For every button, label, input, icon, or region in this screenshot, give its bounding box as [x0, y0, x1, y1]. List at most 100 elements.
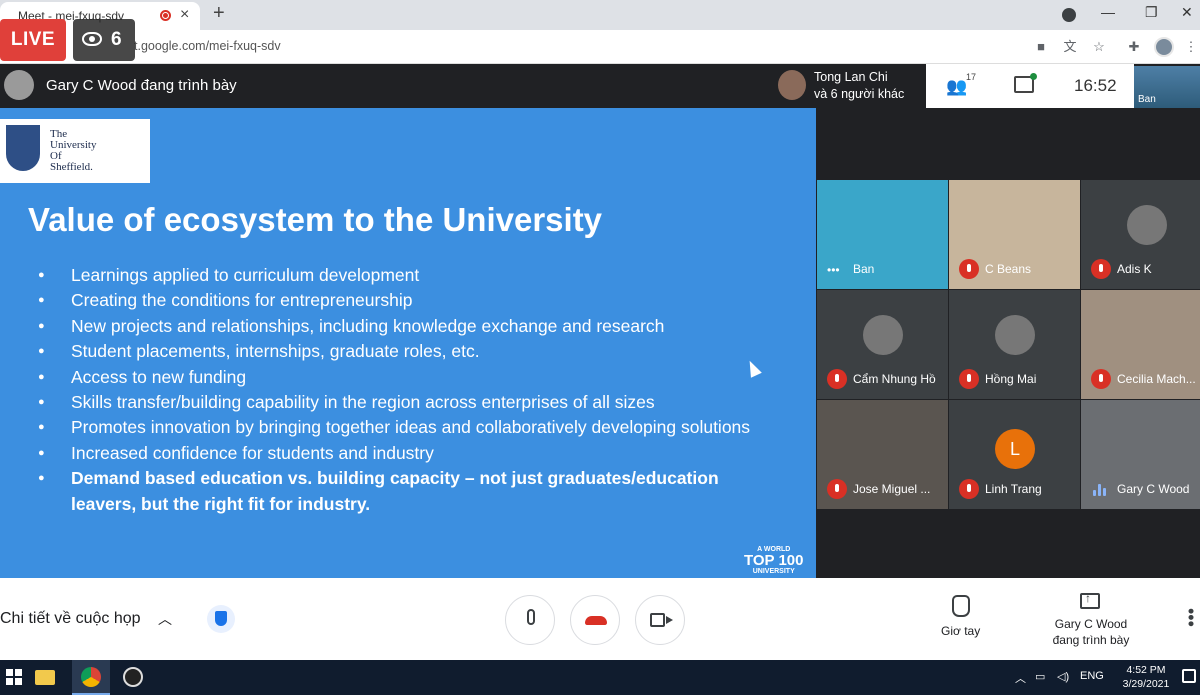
participant-grid: ••• Ban C Beans Adis K Cẩm Nhung Hồ Hồng Mai C…	[816, 108, 1200, 578]
self-view-tile[interactable]: Ban	[1134, 66, 1200, 108]
participant-tile[interactable]: ••• Ban	[817, 180, 948, 289]
recording-indicator-icon	[160, 10, 171, 21]
meeting-clock: 16:52	[1074, 76, 1117, 95]
crest-icon	[6, 125, 40, 171]
hang-up-icon	[585, 616, 607, 625]
file-explorer-icon[interactable]	[35, 670, 55, 685]
volume-icon[interactable]: ◁)	[1057, 670, 1069, 683]
windows-taskbar: ︿ ▭ ◁) ENG 4:52 PM 3/29/2021	[0, 660, 1200, 695]
slide-bullet-list: Learnings applied to curriculum developm…	[38, 263, 778, 517]
more-options-dots-icon[interactable]: •••	[827, 263, 840, 277]
muted-mic-icon	[959, 369, 979, 389]
tab-search-icon[interactable]	[1062, 8, 1076, 22]
muted-mic-icon	[827, 369, 847, 389]
participant-name: Gary C Wood	[1117, 482, 1190, 496]
participant-tile[interactable]: C Beans	[949, 180, 1080, 289]
extensions-icon[interactable]: ✚	[1126, 39, 1142, 55]
participant-avatar	[995, 315, 1035, 355]
participant-avatar	[1127, 205, 1167, 245]
participant-tile[interactable]: Hồng Mai	[949, 290, 1080, 399]
tab-close-icon[interactable]: ×	[180, 6, 189, 24]
bullet-item: Learnings applied to curriculum developm…	[38, 263, 778, 289]
participant-name: Linh Trang	[985, 482, 1042, 496]
participant-name: Cẩm Nhung Hồ	[853, 372, 936, 386]
participant-name: Hồng Mai	[985, 372, 1037, 386]
hang-up-button[interactable]	[570, 595, 620, 645]
bullet-item: Increased confidence for students and in…	[38, 441, 778, 467]
language-indicator[interactable]: ENG	[1080, 670, 1104, 682]
muted-mic-icon	[827, 479, 847, 499]
participant-name: Cecilia Mach...	[1117, 372, 1196, 386]
network-icon[interactable]: ▭	[1035, 670, 1045, 683]
participant-letter-avatar: L	[995, 429, 1035, 469]
translate-icon[interactable]: 文	[1062, 39, 1078, 55]
taskbar-clock[interactable]: 4:52 PM 3/29/2021	[1117, 663, 1175, 691]
muted-mic-icon	[1091, 369, 1111, 389]
bookmark-star-icon[interactable]: ☆	[1091, 39, 1107, 55]
camera-in-use-icon[interactable]: ■	[1033, 39, 1049, 55]
participant-tile[interactable]: L Linh Trang	[949, 400, 1080, 509]
browser-tab-strip: Meet - mei-fxuq-sdv × + — ❐ ✕	[0, 0, 1200, 30]
present-status-label[interactable]: Gary C Wood đang trình bày	[1038, 616, 1144, 648]
bullet-item: New projects and relationships, includin…	[38, 314, 778, 340]
obs-taskbar-icon[interactable]	[123, 667, 143, 687]
chevron-up-icon[interactable]: ︿	[158, 609, 172, 629]
viewer-count: 6	[111, 29, 122, 50]
raised-hand-avatar	[778, 70, 806, 100]
bullet-item: Creating the conditions for entrepreneur…	[38, 288, 778, 314]
participant-tile[interactable]: Cẩm Nhung Hồ	[817, 290, 948, 399]
participant-name: C Beans	[985, 262, 1032, 276]
people-icon[interactable]: 👥	[946, 77, 967, 97]
participant-name: Adis K	[1117, 262, 1152, 276]
microphone-button[interactable]	[505, 595, 555, 645]
slide-title: Value of ecosystem to the University	[28, 201, 603, 238]
camera-icon	[650, 613, 673, 627]
url-field[interactable]: t.google.com/mei-fxuq-sdv	[134, 39, 281, 53]
muted-mic-icon	[959, 479, 979, 499]
bullet-item: Skills transfer/building capability in t…	[38, 390, 778, 416]
minimize-button[interactable]: —	[1101, 4, 1115, 20]
raise-hand-icon[interactable]	[952, 595, 970, 617]
raised-hand-name[interactable]: Tong Lan Chi	[814, 70, 888, 84]
restore-button[interactable]: ❐	[1145, 4, 1158, 21]
address-bar: t.google.com/mei-fxuq-sdv ■ 文 ☆ ✚ ⋮	[0, 30, 1200, 64]
eye-icon	[82, 32, 102, 46]
host-controls-shield-icon[interactable]	[207, 605, 235, 633]
muted-mic-icon	[1091, 259, 1111, 279]
chat-notification-dot	[1030, 73, 1037, 80]
bullet-item-emphasis: Demand based education vs. building capa…	[38, 466, 778, 517]
participant-name: Jose Miguel ...	[853, 482, 931, 496]
presenter-avatar	[4, 70, 34, 100]
raised-hand-others[interactable]: và 6 người khác	[814, 87, 904, 101]
windows-start-icon[interactable]	[6, 669, 22, 685]
university-logo: The University Of Sheffield.	[0, 119, 150, 183]
browser-menu-icon[interactable]: ⋮	[1183, 39, 1199, 55]
microphone-icon	[527, 609, 535, 625]
participant-tile[interactable]: Jose Miguel ...	[817, 400, 948, 509]
top100-badge: A WORLD TOP 100 UNIVERSITY	[744, 546, 804, 575]
profile-avatar[interactable]	[1154, 37, 1174, 57]
bullet-item: Promotes innovation by bringing together…	[38, 415, 778, 441]
new-tab-button[interactable]: +	[213, 2, 225, 25]
camera-button[interactable]	[635, 595, 685, 645]
muted-mic-icon	[959, 259, 979, 279]
presenter-label: Gary C Wood đang trình bày	[46, 77, 237, 94]
chrome-taskbar-icon[interactable]	[72, 660, 110, 695]
participant-name: Ban	[853, 262, 875, 276]
bullet-item: Student placements, internships, graduat…	[38, 339, 778, 365]
bullet-item: Access to new funding	[38, 365, 778, 391]
meet-bottom-bar: Chi tiết về cuộc họp ︿ Giơ tay Gary C Wo…	[0, 578, 1200, 660]
raise-hand-label[interactable]: Giơ tay	[941, 624, 980, 638]
notification-center-icon[interactable]	[1182, 669, 1196, 683]
close-window-button[interactable]: ✕	[1181, 4, 1193, 21]
more-options-icon[interactable]: •••	[1180, 608, 1200, 627]
logo-text: The University Of Sheffield.	[50, 128, 97, 173]
participant-tile[interactable]: Cecilia Mach...	[1081, 290, 1200, 399]
participant-tile[interactable]: Gary C Wood	[1081, 400, 1200, 509]
participant-tile[interactable]: Adis K	[1081, 180, 1200, 289]
meeting-details-button[interactable]: Chi tiết về cuộc họp	[0, 610, 141, 628]
viewer-count-badge: 6	[73, 19, 135, 61]
presentation-slide: The University Of Sheffield. Value of ec…	[0, 108, 816, 578]
present-screen-icon[interactable]	[1080, 591, 1100, 609]
tray-chevron-icon[interactable]: ︿	[1015, 670, 1026, 686]
